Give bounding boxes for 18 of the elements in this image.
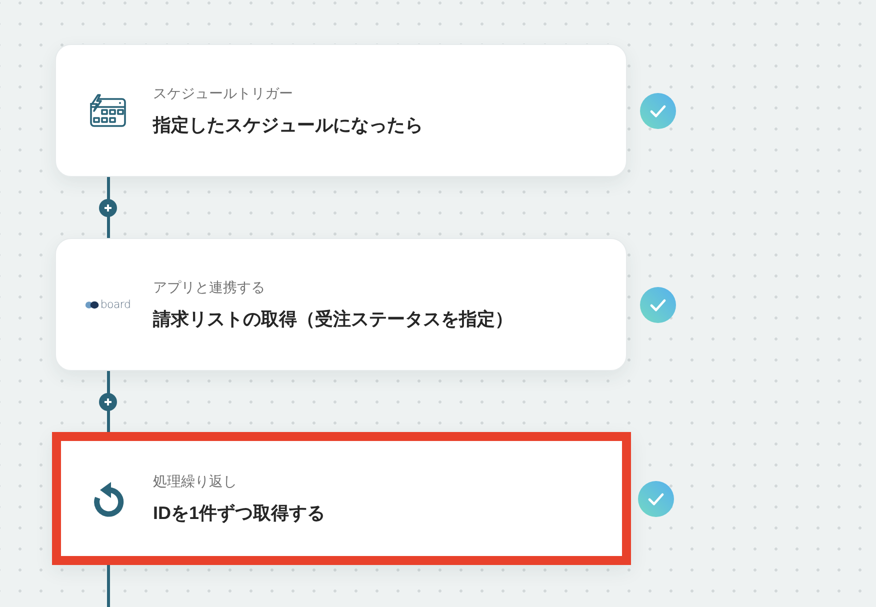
- step-card[interactable]: スケジュールトリガー 指定したスケジュールになったら: [55, 44, 627, 177]
- step-card[interactable]: board アプリと連携する 請求リストの取得（受注ステータスを指定）: [55, 238, 627, 371]
- step-title: IDを1件ずつ取得する: [153, 502, 326, 525]
- plus-icon: [104, 398, 112, 406]
- connector-line: [106, 565, 110, 607]
- step-card[interactable]: 処理繰り返し IDを1件ずつ取得する: [52, 432, 631, 565]
- add-step-button[interactable]: [99, 198, 117, 216]
- step-title: 指定したスケジュールになったら: [153, 114, 423, 137]
- step-title: 請求リストの取得（受注ステータスを指定）: [153, 308, 513, 331]
- logo-mark-icon: [85, 300, 100, 308]
- logo-wordmark: board: [100, 298, 131, 310]
- add-step-button[interactable]: [99, 392, 117, 410]
- step-type-label: アプリと連携する: [153, 278, 266, 296]
- loop-arrow-icon: [91, 480, 125, 518]
- calendar-lightning-icon: [89, 94, 127, 128]
- step-type-label: 処理繰り返し: [153, 472, 238, 490]
- plus-icon: [104, 204, 112, 212]
- step-type-label: スケジュールトリガー: [153, 84, 294, 102]
